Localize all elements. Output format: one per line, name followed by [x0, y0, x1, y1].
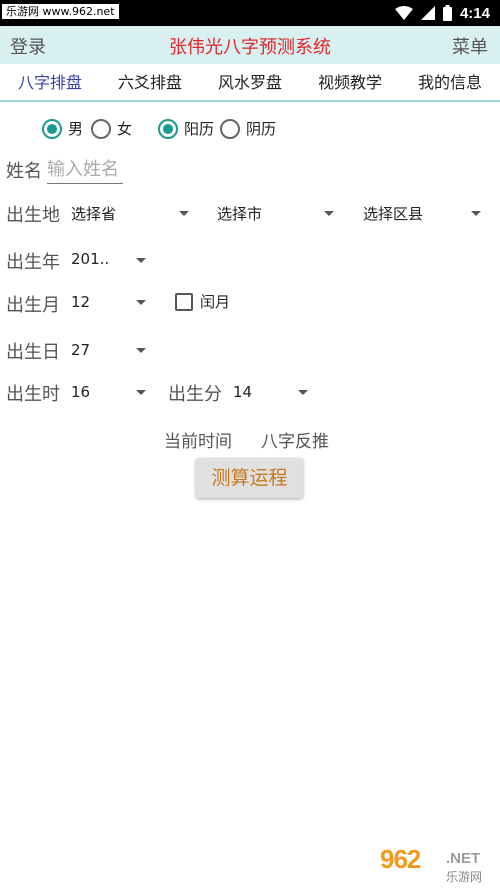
radio-male[interactable]: 男 [42, 118, 83, 139]
radio-male-label: 男 [68, 120, 84, 138]
tab-my-info[interactable]: 我的信息 [400, 64, 500, 100]
current-time-link[interactable]: 当前时间 [164, 427, 232, 452]
birth-day-value: 27 [71, 341, 91, 359]
chevron-down-icon [136, 258, 146, 263]
province-value: 选择省 [71, 205, 117, 223]
radio-solar-label: 阳历 [184, 120, 215, 138]
district-select[interactable]: 选择区县 [363, 203, 483, 224]
radio-female-indicator[interactable] [91, 118, 111, 139]
province-select[interactable]: 选择省 [71, 203, 191, 224]
chevron-down-icon [136, 348, 146, 353]
tab-bar: 八字排盘 六爻排盘 风水罗盘 视频教学 我的信息 [0, 64, 500, 102]
radio-lunar-indicator[interactable] [220, 118, 240, 139]
watermark-label: 乐游网 www.962.net [2, 4, 119, 19]
chevron-down-icon [324, 211, 334, 216]
chevron-down-icon [136, 390, 146, 395]
radio-lunar-label: 阴历 [246, 120, 277, 138]
name-input[interactable] [47, 156, 123, 184]
radio-lunar[interactable]: 阴历 [220, 118, 276, 139]
tab-fengshui[interactable]: 风水罗盘 [200, 64, 300, 100]
birth-hour-select[interactable]: 16 [71, 383, 151, 401]
radio-male-indicator[interactable] [42, 118, 62, 139]
radio-solar-indicator[interactable] [158, 118, 178, 139]
birth-year-label: 出生年 [6, 252, 60, 273]
status-bar: 乐游网 www.962.net 4:14 [0, 0, 500, 26]
birth-hour-value: 16 [71, 383, 91, 401]
birth-minute-select[interactable]: 14 [233, 383, 313, 401]
leap-month-checkbox[interactable] [175, 293, 193, 311]
district-value: 选择区县 [363, 205, 424, 223]
birth-year-value: 201.. [71, 250, 110, 268]
birth-hour-label: 出生时 [6, 384, 60, 405]
birth-month-value: 12 [71, 293, 91, 311]
birth-minute-value: 14 [233, 383, 253, 401]
city-select[interactable]: 选择市 [217, 203, 337, 224]
birth-day-select[interactable]: 27 [71, 341, 151, 359]
leap-month-label: 闰月 [200, 293, 231, 311]
radio-female-label: 女 [117, 120, 133, 138]
birth-minute-label: 出生分 [168, 384, 222, 405]
birthplace-label: 出生地 [6, 205, 60, 226]
birth-month-select[interactable]: 12 [71, 293, 151, 311]
chevron-down-icon [471, 211, 481, 216]
birth-year-select[interactable]: 201.. [71, 250, 151, 268]
birth-month-label: 出生月 [6, 295, 60, 316]
status-icons: 4:14 [394, 3, 490, 23]
bazi-reverse-link[interactable]: 八字反推 [261, 427, 329, 452]
chevron-down-icon [179, 211, 189, 216]
radio-solar[interactable]: 阳历 [158, 118, 214, 139]
tab-liuyao[interactable]: 六爻排盘 [100, 64, 200, 100]
chevron-down-icon [136, 300, 146, 305]
birth-day-label: 出生日 [6, 342, 60, 363]
watermark-logo: 962 .NET 乐游网 [380, 844, 498, 886]
signal-icon [420, 6, 435, 20]
watermark-logo-number: 962 [380, 844, 421, 874]
watermark-logo-sub: 乐游网 [446, 870, 483, 884]
menu-button[interactable]: 菜单 [452, 33, 488, 59]
tab-bazi[interactable]: 八字排盘 [0, 64, 100, 100]
name-label: 姓名 [6, 161, 42, 182]
watermark-logo-net: .NET [446, 850, 481, 867]
status-time: 4:14 [459, 4, 490, 22]
tab-video[interactable]: 视频教学 [300, 64, 400, 100]
calculate-fortune-button[interactable]: 测算运程 [196, 458, 303, 498]
app-header: 登录 张伟光八字预测系统 菜单 [0, 26, 500, 64]
radio-female[interactable]: 女 [91, 118, 132, 139]
app-title: 张伟光八字预测系统 [169, 37, 331, 58]
chevron-down-icon [298, 390, 308, 395]
battery-icon [442, 5, 452, 21]
city-value: 选择市 [217, 205, 263, 223]
wifi-icon [394, 6, 413, 20]
